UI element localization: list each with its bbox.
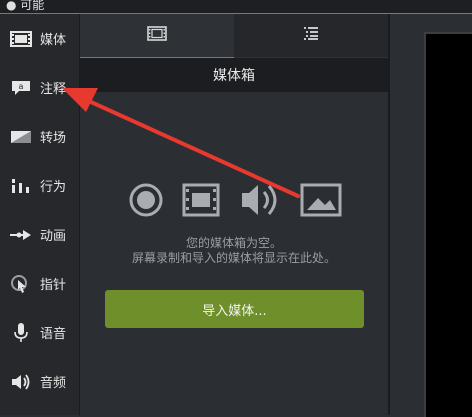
media-bin-tabs (80, 14, 388, 58)
sidebar-item-label: 转场 (40, 131, 67, 146)
sidebar-item-label: 音频 (40, 376, 67, 391)
microphone-icon (6, 322, 36, 344)
sidebar-item-label: 指针 (40, 278, 67, 293)
sidebar-item-behaviors[interactable]: 行为 (0, 161, 79, 210)
empty-state-line1: 您的媒体箱为空。 (185, 236, 282, 250)
list-view-icon (303, 26, 319, 45)
sidebar-item-label: 行为 (40, 180, 67, 195)
behavior-icon (6, 175, 36, 197)
record-icon (129, 183, 163, 217)
sidebar-item-transitions[interactable]: 转场 (0, 112, 79, 161)
film-strip-icon (6, 28, 36, 50)
audio-icon (242, 185, 277, 215)
sidebar-item-label: 注释 (40, 82, 67, 97)
sidebar-item-label: 语音 (40, 327, 67, 342)
sidebar: 媒体 a 注释 转场 行为 动画 指针 语音 音频 (0, 14, 80, 415)
tab-thumbnail-view[interactable] (80, 14, 234, 58)
sidebar-item-cursor[interactable]: 指针 (0, 259, 79, 308)
audio-icon (6, 371, 36, 393)
import-media-button[interactable]: 导入媒体... (105, 290, 364, 328)
sidebar-item-label: 动画 (40, 229, 67, 244)
sidebar-item-label: 媒体 (40, 33, 67, 48)
svg-text:a: a (19, 82, 24, 91)
sidebar-item-media[interactable]: 媒体 (0, 14, 79, 63)
empty-state-line2: 屏幕录制和导入的媒体将显示在此处。 (131, 251, 336, 265)
transition-icon (6, 126, 36, 148)
title-bar: ● 可能 (0, 0, 472, 14)
empty-state-message: 您的媒体箱为空。 屏幕录制和导入的媒体将显示在此处。 (80, 236, 388, 266)
window-title: ● 可能 (6, 0, 45, 12)
sidebar-item-annotations[interactable]: a 注释 (0, 63, 79, 112)
image-icon (300, 183, 342, 217)
panel-title: 媒体箱 (80, 58, 388, 92)
animation-icon (6, 224, 36, 246)
video-icon (182, 183, 220, 217)
annotation-icon: a (6, 77, 36, 99)
sidebar-item-animations[interactable]: 动画 (0, 210, 79, 259)
tab-list-view[interactable] (234, 14, 388, 57)
cursor-icon (6, 273, 36, 295)
sidebar-item-voice[interactable]: 语音 (0, 308, 79, 357)
film-strip-icon (147, 26, 167, 45)
sidebar-item-audio[interactable]: 音频 (0, 357, 79, 406)
canvas-preview[interactable] (424, 32, 472, 417)
media-type-icons (126, 180, 346, 220)
